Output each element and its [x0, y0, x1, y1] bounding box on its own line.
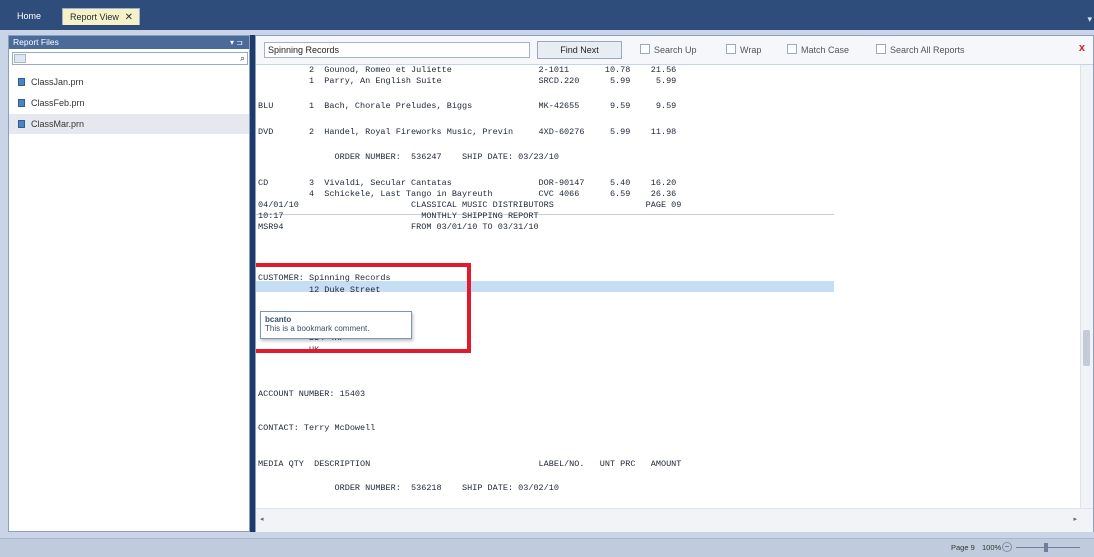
report-line: BLU 1 Bach, Chorale Preludes, Biggs MK-4… [258, 101, 677, 111]
report-view-panel: Spinning Records Find Next Search Up Wra… [255, 35, 1094, 532]
report-line: CD 3 Vivaldi, Secular Cantatas DOR-90147… [258, 178, 677, 188]
report-line: DVD 2 Handel, Royal Fireworks Music, Pre… [258, 127, 677, 137]
scroll-thumb[interactable] [1083, 330, 1090, 366]
report-line: CONTACT: Terry McDowell [258, 423, 376, 433]
report-line: MEDIA QTY DESCRIPTION LABEL/NO. UNT PRC … [258, 459, 682, 469]
find-toolbar: Spinning Records Find Next Search Up Wra… [256, 36, 1093, 65]
tooltip-text: This is a bookmark comment. [265, 324, 370, 333]
find-input[interactable]: Spinning Records [264, 42, 530, 58]
report-line: 10:17 MONTHLY SHIPPING REPORT [258, 211, 539, 221]
match-case-checkbox[interactable]: Match Case [787, 44, 849, 56]
page-indicator: Page 9 [951, 543, 975, 552]
report-line: ORDER NUMBER: 536218 SHIP DATE: 03/02/10 [258, 483, 559, 493]
bookmark-tooltip: bcanto This is a bookmark comment. [260, 311, 412, 339]
file-item-classfeb[interactable]: ClassFeb.prn [9, 93, 249, 113]
vertical-scrollbar[interactable] [1080, 65, 1093, 508]
filter-icon[interactable] [14, 54, 26, 63]
pin-icon[interactable]: ▾ ⊐ [230, 36, 243, 49]
report-line: 04/01/10 CLASSICAL MUSIC DISTRIBUTORS PA… [258, 200, 682, 210]
tab-close-icon[interactable]: ✕ [125, 9, 133, 26]
report-line: ACCOUNT NUMBER: 15403 [258, 389, 366, 399]
file-icon [18, 78, 25, 86]
search-up-checkbox[interactable]: Search Up [640, 44, 697, 56]
search-icon[interactable]: ⌕ [240, 53, 245, 64]
report-line: 2 Gounod, Romeo et Juliette 2-1011 10.78… [258, 65, 677, 75]
checkbox-box [726, 44, 736, 54]
checkbox-box [876, 44, 886, 54]
report-files-title: Report Files [13, 37, 59, 47]
horizontal-scrollbar[interactable]: ◂ ▸ [256, 508, 1093, 532]
scroll-left-icon[interactable]: ◂ [260, 515, 264, 523]
tab-report-view-label: Report View [70, 12, 119, 22]
report-line: MSR94 FROM 03/01/10 TO 03/31/10 [258, 222, 539, 232]
checkbox-box [640, 44, 650, 54]
report-line: 1 Parry, An English Suite SRCD.220 5.99 … [258, 76, 677, 86]
tab-home[interactable]: Home [10, 8, 54, 25]
file-item-classmar[interactable]: ClassMar.prn [9, 114, 249, 134]
file-item-label: ClassJan.prn [31, 77, 84, 87]
search-all-reports-checkbox[interactable]: Search All Reports [876, 44, 965, 56]
tab-dropdown-icon[interactable]: ▾ [1087, 14, 1092, 25]
close-find-icon[interactable]: x [1079, 42, 1085, 54]
report-line: ORDER NUMBER: 536247 SHIP DATE: 03/23/10 [258, 152, 559, 162]
checkbox-box [787, 44, 797, 54]
file-item-label: ClassFeb.prn [31, 98, 85, 108]
scroll-right-icon[interactable]: ▸ [1073, 515, 1077, 523]
report-files-panel: Report Files ▾ ⊐ ⌕ ClassJan.prn ClassFeb… [8, 35, 250, 532]
file-icon [18, 120, 25, 128]
bookmark-annotation-box [256, 263, 471, 353]
file-search-input[interactable]: ⌕ [12, 52, 248, 65]
wrap-checkbox[interactable]: Wrap [726, 44, 761, 56]
find-next-button[interactable]: Find Next [537, 41, 622, 59]
search-all-reports-label: Search All Reports [890, 45, 965, 55]
file-item-label: ClassMar.prn [31, 119, 85, 129]
report-content[interactable]: 2 Gounod, Romeo et Juliette 2-1011 10.78… [256, 65, 1080, 508]
zoom-slider-thumb[interactable] [1044, 543, 1048, 552]
tab-report-view[interactable]: Report View ✕ [62, 8, 140, 25]
tooltip-title: bcanto [265, 315, 292, 324]
report-line: 4 Schickele, Last Tango in Bayreuth CVC … [258, 189, 677, 199]
zoom-level: 100% [982, 543, 1002, 552]
status-bar: Page 9 100% − [0, 538, 1094, 557]
file-icon [18, 99, 25, 107]
zoom-slider[interactable] [1016, 547, 1080, 548]
match-case-label: Match Case [801, 45, 850, 55]
wrap-label: Wrap [740, 45, 762, 55]
app-tab-bar: Home Report View ✕ ▾ [0, 0, 1094, 30]
file-item-classjan[interactable]: ClassJan.prn [9, 72, 249, 92]
search-up-label: Search Up [654, 45, 697, 55]
report-files-header: Report Files ▾ ⊐ [9, 36, 249, 49]
zoom-out-icon[interactable]: − [1002, 542, 1012, 552]
